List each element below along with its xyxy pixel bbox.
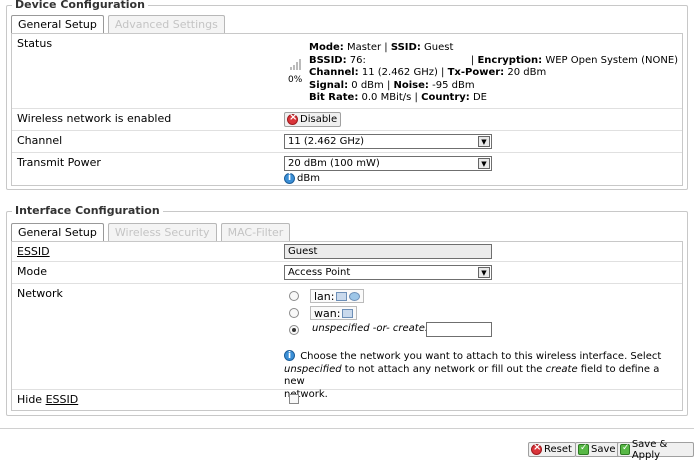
network-row: Network lan: wan: unspecified -or- creat… — [12, 284, 682, 400]
help-create: create — [545, 363, 578, 375]
wifi-icon — [349, 291, 361, 301]
save-button[interactable]: Save — [575, 442, 620, 457]
ssid-value: Guest — [424, 42, 454, 53]
transmit-power-select[interactable]: 20 dBm (100 mW) ▼ — [284, 156, 492, 171]
tab-mac-filter[interactable]: MAC-Filter — [220, 223, 291, 241]
mode-label: Mode: — [309, 42, 344, 53]
chevron-down-icon: ▼ — [478, 136, 490, 147]
create-network-input[interactable] — [426, 322, 492, 337]
mode-select[interactable]: Access Point ▼ — [284, 265, 492, 280]
channel-select[interactable]: 11 (2.462 GHz) ▼ — [284, 134, 492, 149]
interface-configuration-legend: Interface Configuration — [12, 204, 163, 217]
save-apply-icon — [620, 443, 630, 455]
disable-button-label: Disable — [300, 114, 338, 125]
channel-row: Channel 11 (2.462 GHz) ▼ — [12, 131, 682, 153]
bssid-value: 76: — [349, 54, 366, 66]
device-tabs: General Setup Advanced Settings — [11, 15, 229, 33]
save-apply-button-label: Save & Apply — [631, 438, 668, 461]
tab-wireless-security[interactable]: Wireless Security — [107, 223, 217, 241]
chevron-down-icon: ▼ — [478, 267, 490, 278]
channel-status-label: Channel: — [309, 67, 359, 78]
mode-select-value: Access Point — [288, 267, 351, 278]
wireless-enabled-label: Wireless network is enabled — [17, 112, 172, 125]
signal-percent: 0% — [288, 75, 303, 85]
save-button-label: Save — [591, 444, 616, 455]
help-line-2b: to not attach any network or fill out th… — [341, 363, 546, 375]
channel-select-value: 11 (2.462 GHz) — [288, 136, 365, 147]
info-icon — [284, 173, 295, 184]
chevron-down-icon: ▼ — [478, 158, 490, 169]
network-lan-option[interactable]: lan: — [310, 289, 365, 303]
transmit-power-label: Transmit Power — [17, 156, 101, 169]
essid-label: ESSID — [17, 245, 50, 258]
status-details: Mode: Master | SSID: Guest BSSID: 76: | E… — [309, 42, 679, 103]
essid-row: ESSID Guest — [12, 242, 682, 262]
interface-tabs: General Setup Wireless Security MAC-Filt… — [11, 223, 294, 241]
tab-general-setup[interactable]: General Setup — [11, 223, 104, 241]
txpower-label: Tx-Power: — [447, 67, 505, 78]
signal-value: 0 dBm — [351, 79, 384, 91]
status-row: Status 0% Mode: Master | SSID: Guest BSS… — [12, 34, 682, 109]
help-unspecified: unspecified — [284, 363, 342, 375]
mode-value: Master — [346, 42, 382, 53]
disable-icon — [287, 112, 298, 125]
interface-general-panel: ESSID Guest Mode Access Point ▼ Network … — [11, 241, 683, 411]
network-wan-option[interactable]: wan: — [310, 306, 358, 320]
encryption-label: Encryption: — [477, 54, 543, 66]
reset-icon — [531, 442, 542, 455]
network-radio-lan[interactable] — [289, 291, 299, 301]
lan-label: lan: — [314, 289, 335, 303]
signal-strength-icon — [290, 59, 302, 70]
unspecified-label: unspecified -or- create: — [312, 323, 429, 334]
country-label: Country: — [421, 92, 470, 103]
channel-status-value: 11 (2.462 GHz) — [361, 67, 438, 78]
status-label: Status — [17, 37, 53, 50]
encryption-value: WEP Open System (NONE) — [545, 54, 679, 66]
device-configuration-fieldset: Device Configuration General Setup Advan… — [6, 0, 688, 190]
network-label: Network — [17, 287, 63, 300]
disable-button[interactable]: Disable — [284, 112, 342, 127]
reset-button-label: Reset — [544, 444, 572, 455]
bssid-label: BSSID: — [309, 54, 347, 66]
ethernet-icon — [336, 291, 348, 301]
tab-general-setup[interactable]: General Setup — [11, 15, 104, 33]
transmit-power-select-value: 20 dBm (100 mW) — [288, 158, 380, 169]
ethernet-icon — [342, 308, 354, 318]
device-general-panel: Status 0% Mode: Master | SSID: Guest BSS… — [11, 33, 683, 186]
hide-essid-underlined: ESSID — [45, 393, 79, 406]
channel-label: Channel — [17, 134, 63, 147]
signal-label: Signal: — [309, 79, 349, 91]
mode-row: Mode Access Point ▼ — [12, 262, 682, 284]
tab-advanced-settings[interactable]: Advanced Settings — [107, 15, 225, 33]
save-apply-button[interactable]: Save & Apply — [617, 439, 694, 461]
bitrate-label: Bit Rate: — [309, 92, 359, 103]
help-line-1: Choose the network you want to attach to… — [300, 351, 662, 362]
ssid-label: SSID: — [390, 42, 421, 53]
country-value: DE — [472, 92, 488, 103]
essid-input[interactable]: Guest — [284, 244, 492, 259]
txpower-value: 20 dBm — [507, 67, 547, 78]
bitrate-value: 0.0 MBit/s — [361, 92, 412, 103]
network-radio-wan[interactable] — [289, 308, 299, 318]
hide-essid-label: Hide ESSID — [17, 393, 79, 406]
hide-essid-row: Hide ESSID — [12, 390, 682, 412]
hide-essid-checkbox[interactable] — [289, 394, 299, 404]
transmit-power-hint-text: dBm — [297, 173, 320, 184]
save-icon — [578, 443, 589, 455]
interface-configuration-fieldset: Interface Configuration General Setup Wi… — [6, 204, 688, 416]
info-icon — [284, 350, 295, 363]
wireless-enabled-row: Wireless network is enabled Disable — [12, 109, 682, 131]
noise-label: Noise: — [393, 79, 429, 91]
reset-button[interactable]: Reset — [528, 442, 576, 457]
mode-label-row: Mode — [17, 265, 47, 278]
transmit-power-row: Transmit Power 20 dBm (100 mW) ▼ dBm — [12, 153, 682, 187]
transmit-power-hint: dBm — [284, 173, 320, 184]
network-radio-unspecified[interactable] — [289, 325, 299, 335]
wan-label: wan: — [314, 306, 341, 320]
device-configuration-legend: Device Configuration — [12, 0, 148, 11]
noise-value: -95 dBm — [432, 79, 475, 91]
